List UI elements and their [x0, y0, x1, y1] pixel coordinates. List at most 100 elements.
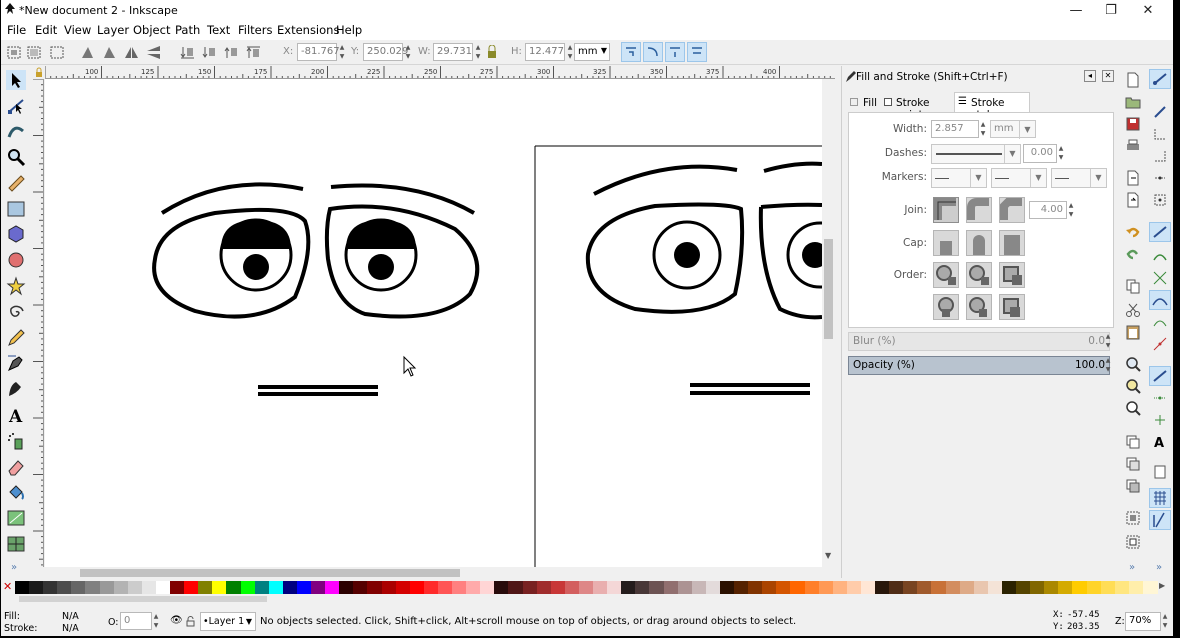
color-swatch[interactable]	[1142, 581, 1158, 594]
panel-close-button[interactable]: ✕	[1102, 70, 1114, 82]
undo-icon[interactable]	[1125, 224, 1141, 240]
snap-bbox-icon[interactable]	[1152, 104, 1168, 120]
color-swatch[interactable]	[917, 581, 933, 594]
end-marker-select[interactable]: ▼	[1051, 168, 1107, 188]
h-spinner[interactable]: ▲ ▼	[566, 43, 574, 61]
drawing-canvas[interactable]	[45, 79, 822, 567]
color-swatch[interactable]	[762, 581, 778, 594]
lock-icon[interactable]	[486, 45, 498, 59]
color-swatch[interactable]	[748, 581, 764, 594]
order-fill-markers-stroke-button[interactable]	[999, 262, 1025, 288]
color-swatch[interactable]	[705, 581, 721, 594]
color-swatch[interactable]	[522, 581, 538, 594]
duplicate-icon[interactable]	[1125, 434, 1141, 450]
menu-help[interactable]: Help	[336, 23, 362, 37]
color-swatch[interactable]	[1072, 581, 1088, 594]
bevel-join-button[interactable]	[999, 197, 1025, 223]
color-swatch[interactable]	[550, 581, 566, 594]
left-eye-right[interactable]	[324, 204, 480, 319]
left-mouth[interactable]	[258, 385, 378, 396]
palette-scroll-thumb[interactable]	[19, 596, 267, 602]
rotate-cw-icon[interactable]	[101, 44, 118, 61]
maximize-button[interactable]: ❐	[1091, 0, 1131, 21]
eraser-tool-icon[interactable]	[6, 457, 26, 477]
color-swatch[interactable]	[846, 581, 862, 594]
y-spinner[interactable]: ▲ ▼	[404, 43, 412, 61]
color-swatch[interactable]	[127, 581, 143, 594]
color-swatch[interactable]	[677, 581, 693, 594]
ruler-corner-lock-icon[interactable]	[33, 66, 45, 79]
3d-box-tool-icon[interactable]	[6, 224, 26, 244]
color-swatch[interactable]	[29, 581, 45, 594]
redo-icon[interactable]	[1125, 246, 1141, 262]
round-join-button[interactable]	[966, 197, 992, 223]
pen-tool-icon[interactable]	[6, 353, 26, 373]
snap-path-icon[interactable]	[1152, 248, 1168, 264]
opacity-slider[interactable]: Opacity (%) 100.0	[848, 356, 1110, 375]
raise-to-top-icon[interactable]	[245, 44, 262, 61]
no-paint-swatch[interactable]: ✕	[3, 580, 15, 594]
color-swatch[interactable]	[1100, 581, 1116, 594]
color-swatch[interactable]	[466, 581, 482, 594]
color-swatch[interactable]	[593, 581, 609, 594]
panel-collapse-button[interactable]: ◂	[1084, 70, 1096, 82]
snap-bbox-edge-icon[interactable]	[1152, 126, 1168, 142]
cut-icon[interactable]	[1125, 302, 1141, 318]
snap-intersection-icon[interactable]	[1152, 270, 1168, 286]
color-swatch[interactable]	[860, 581, 876, 594]
menu-text[interactable]: Text	[207, 23, 230, 37]
drawing[interactable]	[45, 79, 822, 567]
calligraphy-tool-icon[interactable]	[6, 379, 26, 399]
butt-cap-button[interactable]	[933, 230, 959, 256]
color-swatch[interactable]	[15, 581, 30, 594]
horizontal-scroll-thumb[interactable]	[80, 569, 460, 577]
vertical-scroll-thumb[interactable]	[824, 239, 833, 339]
color-swatch[interactable]	[818, 581, 834, 594]
color-swatch[interactable]	[311, 581, 327, 594]
move-patterns-button[interactable]	[687, 42, 707, 62]
color-swatch[interactable]	[931, 581, 947, 594]
group-icon[interactable]	[1125, 510, 1141, 526]
scale-stroke-button[interactable]	[621, 42, 641, 62]
zoom-selection-icon[interactable]	[1125, 356, 1141, 372]
color-swatch[interactable]	[141, 581, 157, 594]
color-swatch[interactable]	[564, 581, 580, 594]
rotate-ccw-icon[interactable]	[79, 44, 96, 61]
status-opacity-field[interactable]: 0	[120, 612, 152, 630]
unit-select[interactable]: mm ▼	[574, 43, 610, 61]
menu-extensions[interactable]: Extensions	[277, 23, 339, 37]
raise-icon[interactable]	[223, 44, 240, 61]
text-tool-icon[interactable]: A	[6, 405, 26, 425]
color-swatch[interactable]	[1086, 581, 1102, 594]
star-tool-icon[interactable]	[6, 276, 26, 296]
lower-to-bottom-icon[interactable]	[179, 44, 196, 61]
color-swatch[interactable]	[1114, 581, 1130, 594]
export-icon[interactable]	[1125, 192, 1141, 208]
mid-marker-select[interactable]: ▼	[991, 168, 1047, 188]
flip-vertical-icon[interactable]	[145, 44, 162, 61]
color-swatch[interactable]	[170, 581, 186, 594]
color-swatch[interactable]	[734, 581, 750, 594]
order-markers-fill-stroke-button[interactable]	[933, 294, 959, 320]
color-swatch[interactable]	[381, 581, 397, 594]
layer-lock-icon[interactable]	[186, 616, 195, 627]
palette-menu-icon[interactable]: ▶	[1159, 581, 1165, 590]
spiral-tool-icon[interactable]	[6, 302, 26, 322]
color-swatch[interactable]	[508, 581, 524, 594]
color-swatch[interactable]	[480, 581, 496, 594]
vertical-scrollbar[interactable]: ▼	[822, 79, 835, 567]
select-all-layers-icon[interactable]	[26, 44, 43, 61]
color-swatch[interactable]	[889, 581, 905, 594]
snap-grid-button[interactable]	[1149, 488, 1171, 508]
snap-rotation-center-icon[interactable]	[1152, 412, 1168, 428]
move-gradients-button[interactable]	[665, 42, 685, 62]
layer-visibility-icon[interactable]: 👁	[170, 615, 183, 626]
width-spinner[interactable]: ▲ ▼	[979, 120, 987, 138]
zoom-tool-icon[interactable]	[6, 147, 26, 167]
color-swatch[interactable]	[409, 581, 425, 594]
left-eye-left[interactable]	[152, 207, 311, 319]
menu-view[interactable]: View	[64, 23, 91, 37]
color-swatch[interactable]	[790, 581, 806, 594]
blur-slider[interactable]: Blur (%) 0.0	[848, 332, 1110, 351]
color-swatch[interactable]	[607, 581, 623, 594]
